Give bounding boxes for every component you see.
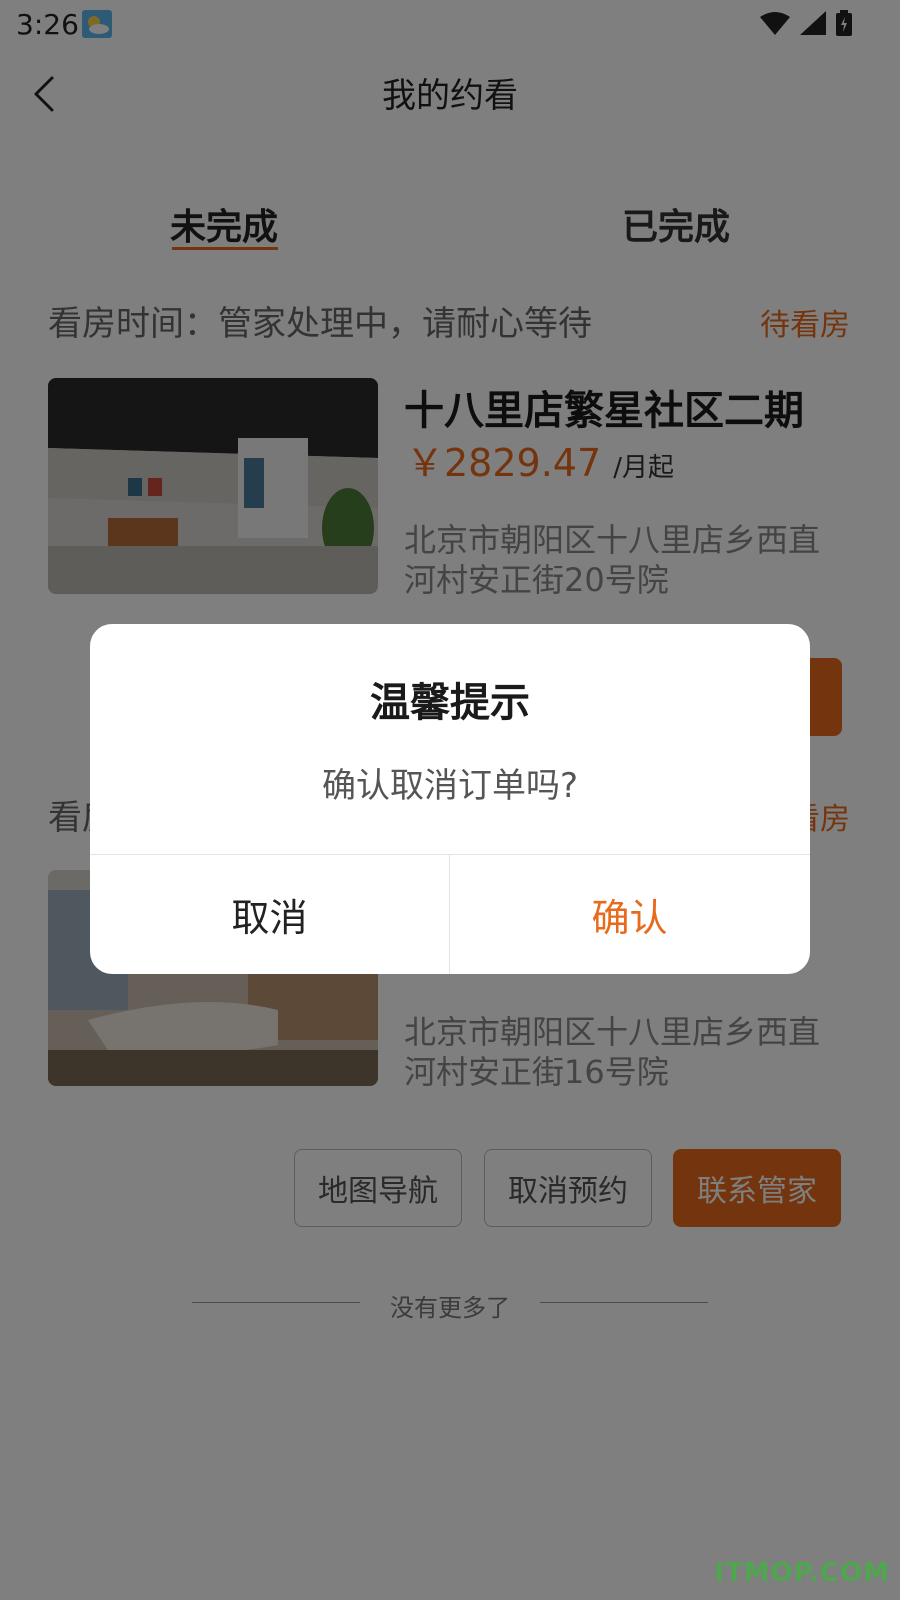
dialog-cancel-button[interactable]: 取消 — [90, 855, 449, 974]
dialog-confirm-button[interactable]: 确认 — [450, 855, 809, 974]
dialog-message: 确认取消订单吗? — [321, 766, 579, 806]
watermark: ITMOP.COM — [714, 1558, 890, 1588]
appointments-screen: 3:26 我的约看 未完成 已完成 看房时间：管家处理中，请耐心等待 待看房 — [0, 0, 900, 1600]
confirm-dialog: 温馨提示 确认取消订单吗? 取消 确认 — [90, 624, 810, 974]
dialog-title: 温馨提示 — [370, 680, 530, 726]
